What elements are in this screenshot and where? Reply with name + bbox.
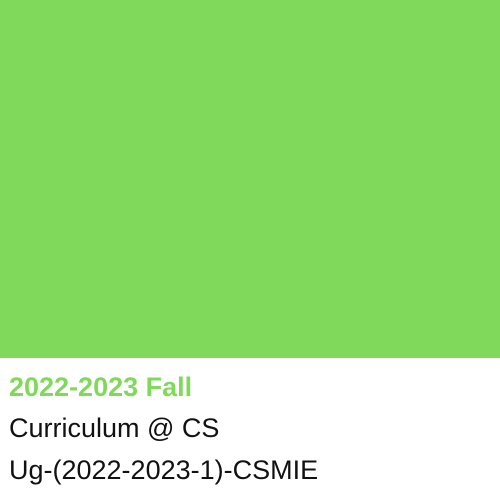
card-caption: 2022-2023 Fall Curriculum @ CS Ug-(2022-… bbox=[9, 367, 491, 491]
curriculum-label: Curriculum @ CS bbox=[9, 413, 220, 443]
color-swatch[interactable] bbox=[0, 0, 500, 358]
course-card[interactable]: 2022-2023 Fall Curriculum @ CS Ug-(2022-… bbox=[0, 0, 500, 500]
course-code: Ug-(2022-2023-1)-CSMIE bbox=[9, 455, 319, 485]
term-label: 2022-2023 Fall bbox=[9, 372, 193, 402]
